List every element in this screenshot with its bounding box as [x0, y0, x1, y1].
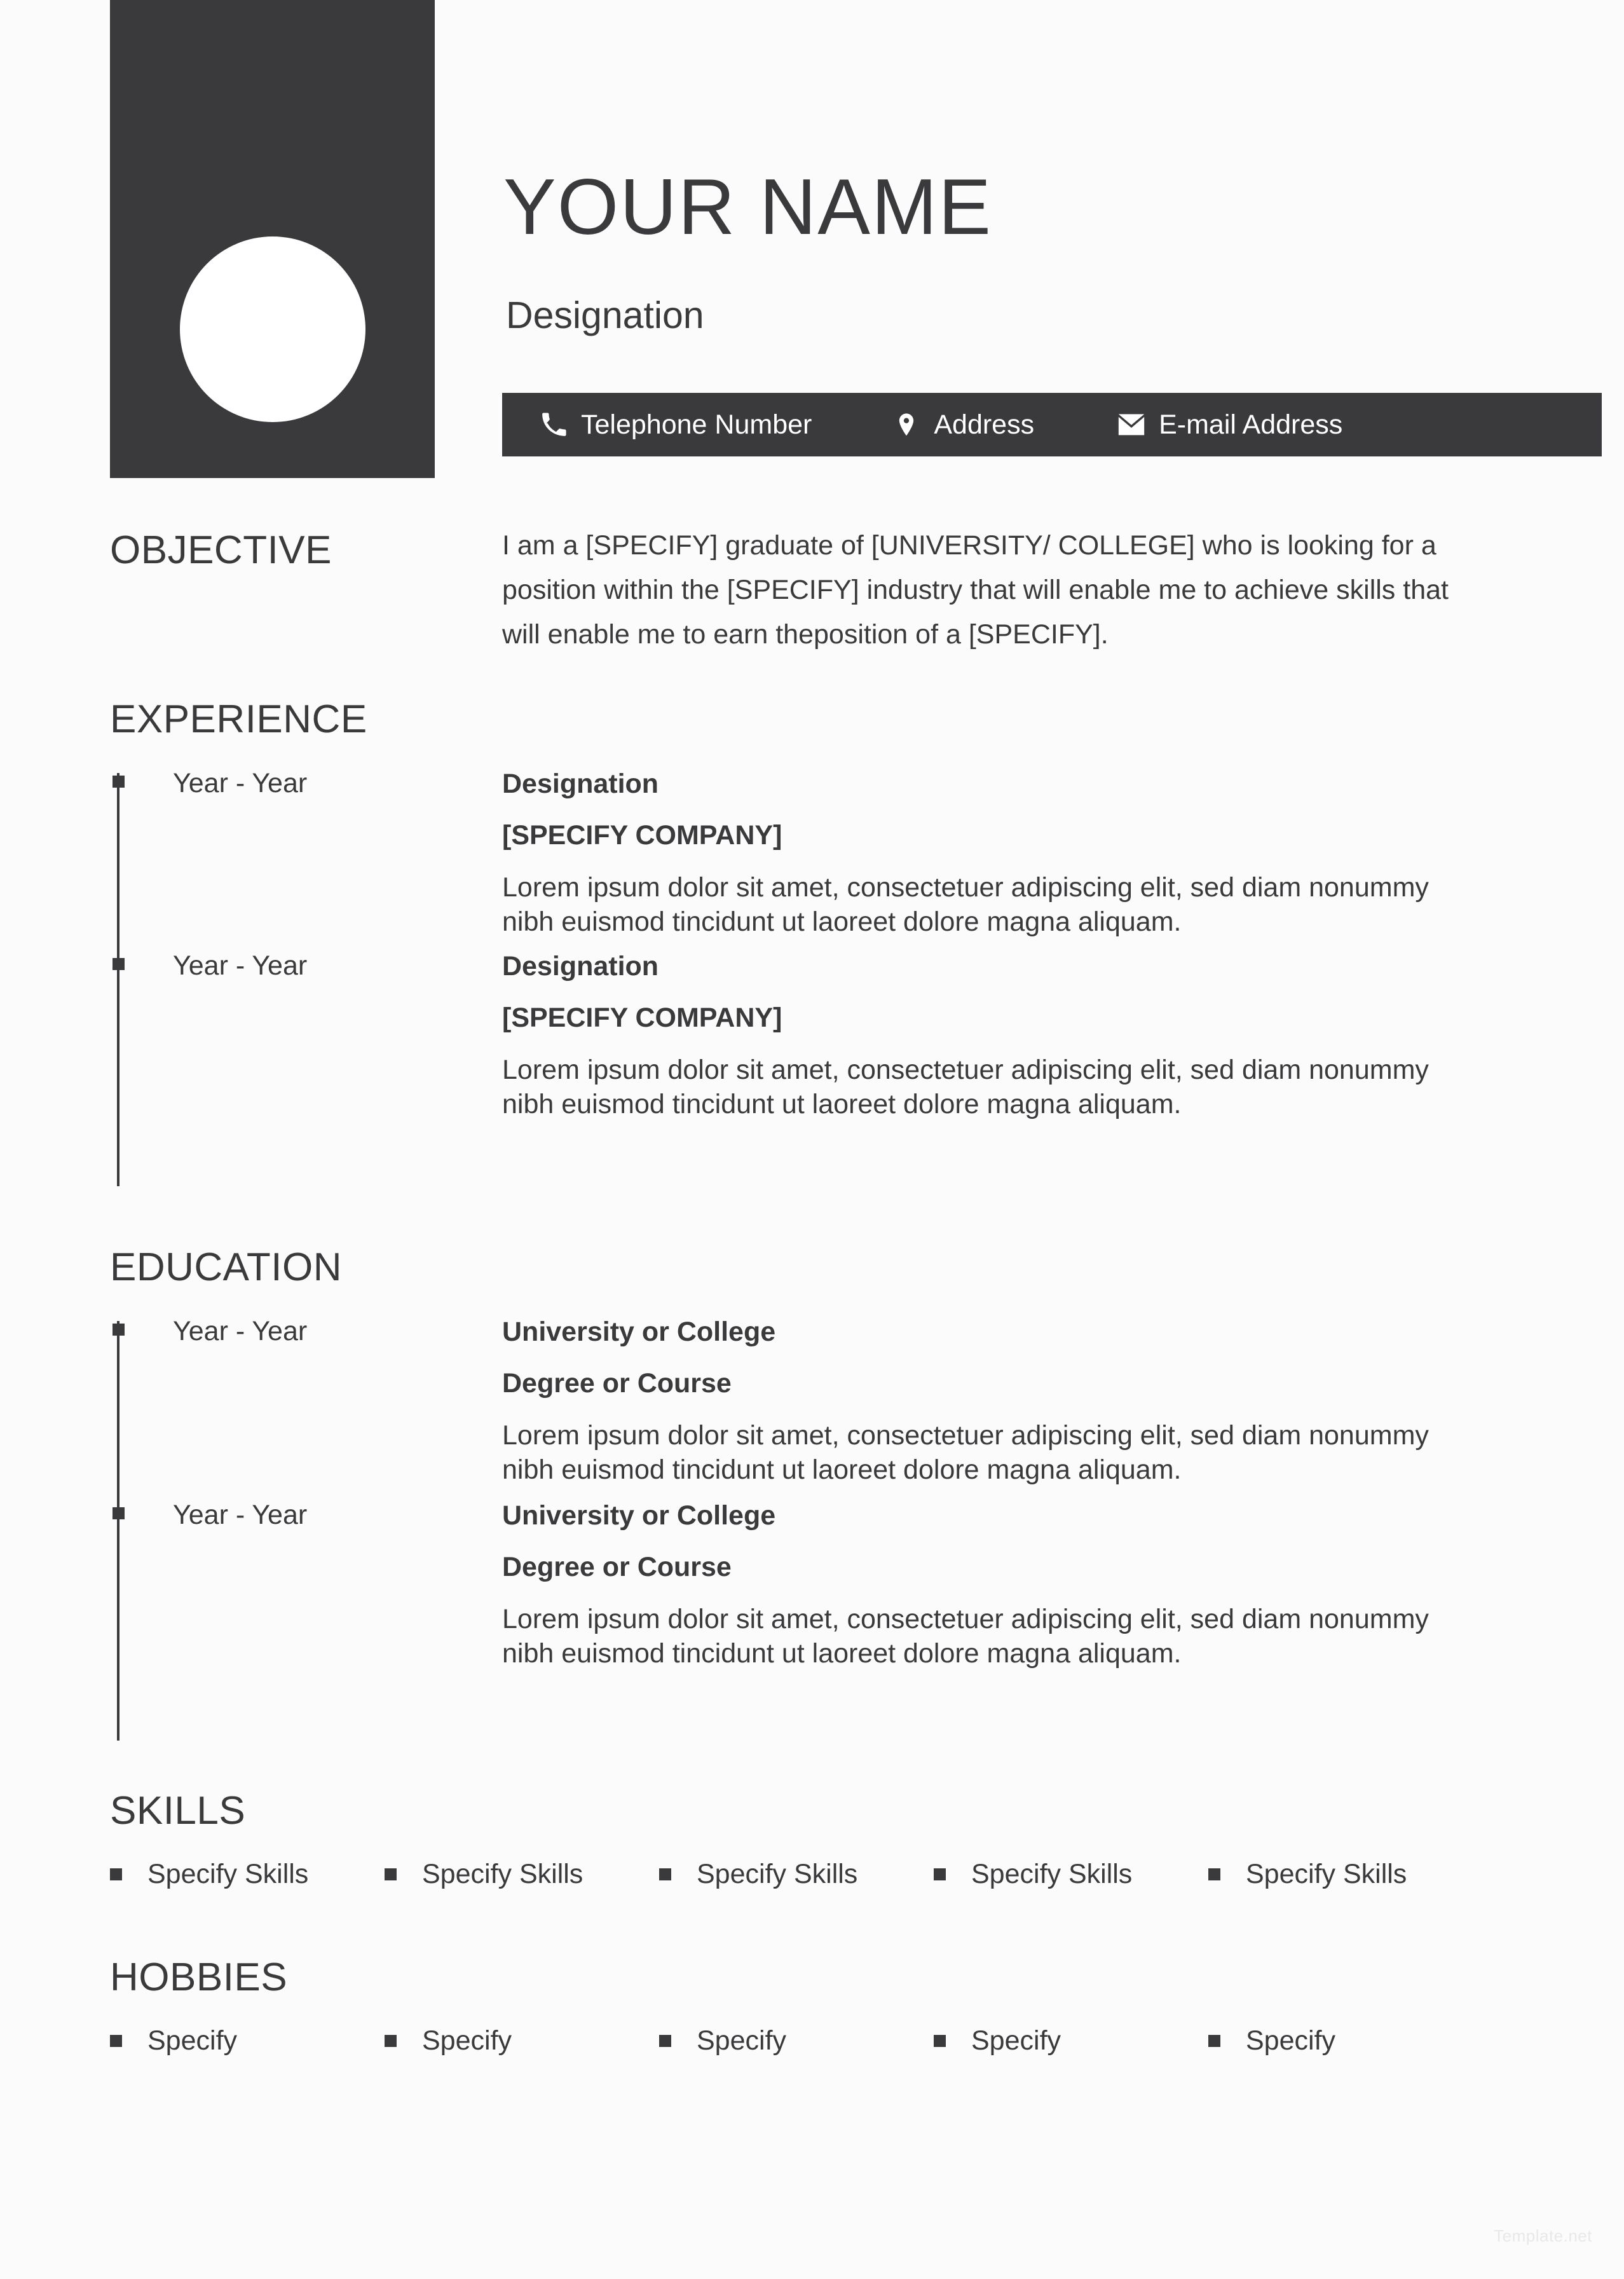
experience-description: Lorem ipsum dolor sit amet, consectetuer… [502, 872, 1429, 937]
contact-item-email[interactable]: E-mail Address [1117, 410, 1342, 439]
objective-text: I am a [SPECIFY] graduate of [UNIVERSITY… [502, 530, 1449, 650]
photo-block [110, 0, 435, 478]
education-entry-body: University or College Degree or Course L… [502, 1315, 1572, 1487]
timeline-marker-icon [113, 1324, 125, 1336]
education-year: Year - Year [173, 1316, 308, 1346]
experience-company: [SPECIFY COMPANY] [502, 1003, 782, 1033]
photo-placeholder-circle[interactable] [180, 236, 365, 422]
hobby-item: Specify [385, 2027, 659, 2055]
experience-year: Year - Year [173, 768, 308, 798]
education-title: EDUCATION [110, 1245, 343, 1289]
square-bullet-icon [385, 2035, 397, 2047]
education-timeline: Year - Year University or College Degree… [110, 1315, 1572, 1741]
experience-company: [SPECIFY COMPANY] [502, 820, 782, 851]
square-bullet-icon [934, 1868, 946, 1880]
experience-entry-body: Designation [SPECIFY COMPANY] Lorem ipsu… [502, 767, 1572, 939]
contact-bar: Telephone Number Address E-mail Address [502, 393, 1602, 456]
education-description: Lorem ipsum dolor sit amet, consectetuer… [502, 1420, 1429, 1485]
square-bullet-icon [110, 1868, 122, 1880]
experience-section: EXPERIENCE Year - Year Designation [SPEC… [110, 697, 1572, 1186]
hobbies-list: Specify Specify Specify Specify Specify [110, 2027, 1572, 2055]
skill-label: Specify Skills [147, 1859, 309, 1889]
square-bullet-icon [1208, 2035, 1220, 2047]
experience-entry: Year - Year Designation [SPECIFY COMPANY… [110, 767, 1572, 939]
header-identity: YOUR NAME Designation Telephone Number A… [502, 0, 1602, 478]
contact-item-address[interactable]: Address [892, 410, 1034, 439]
timeline-marker-icon [113, 1507, 125, 1519]
education-section: EDUCATION Year - Year University or Coll… [110, 1245, 1572, 1741]
hobbies-title: HOBBIES [110, 1955, 288, 1999]
education-entry-body: University or College Degree or Course L… [502, 1498, 1572, 1671]
education-degree: Degree or Course [502, 1368, 732, 1399]
experience-designation: Designation [502, 769, 659, 799]
contact-label-email: E-mail Address [1159, 409, 1343, 440]
education-degree: Degree or Course [502, 1552, 732, 1582]
objective-title: OBJECTIVE [110, 528, 332, 572]
hobby-item: Specify [659, 2027, 934, 2055]
skills-title: SKILLS [110, 1789, 246, 1833]
skill-item: Specify Skills [934, 1861, 1208, 1888]
skill-label: Specify Skills [1246, 1859, 1407, 1889]
contact-item-telephone[interactable]: Telephone Number [539, 410, 812, 439]
square-bullet-icon [1208, 1868, 1220, 1880]
skill-item: Specify Skills [1208, 1861, 1483, 1888]
education-institution: University or College [502, 1500, 776, 1531]
skills-section: SKILLS Specify Skills Specify Skills Spe… [110, 1791, 1572, 1888]
hobby-label: Specify [422, 2025, 512, 2056]
square-bullet-icon [110, 2035, 122, 2047]
education-entry: Year - Year University or College Degree… [110, 1498, 1572, 1671]
experience-entry: Year - Year Designation [SPECIFY COMPANY… [110, 949, 1572, 1121]
skill-label: Specify Skills [971, 1859, 1133, 1889]
hobby-item: Specify [934, 2027, 1208, 2055]
square-bullet-icon [659, 1868, 671, 1880]
experience-entry-body: Designation [SPECIFY COMPANY] Lorem ipsu… [502, 949, 1572, 1121]
education-year: Year - Year [173, 1500, 308, 1530]
hobby-label: Specify [697, 2025, 787, 2056]
experience-timeline: Year - Year Designation [SPECIFY COMPANY… [110, 767, 1572, 1186]
resume-header: YOUR NAME Designation Telephone Number A… [0, 0, 1624, 478]
header-designation: Designation [506, 294, 704, 336]
skill-label: Specify Skills [422, 1859, 583, 1889]
timeline-marker-icon [113, 958, 125, 970]
hobby-label: Specify [971, 2025, 1061, 2056]
square-bullet-icon [659, 2035, 671, 2047]
experience-description: Lorem ipsum dolor sit amet, consectetuer… [502, 1055, 1429, 1119]
contact-label-telephone: Telephone Number [581, 409, 812, 440]
skill-item: Specify Skills [110, 1861, 385, 1888]
education-institution: University or College [502, 1317, 776, 1347]
hobby-label: Specify [1246, 2025, 1336, 2056]
skills-list: Specify Skills Specify Skills Specify Sk… [110, 1861, 1572, 1888]
location-pin-icon [892, 410, 921, 439]
skill-label: Specify Skills [697, 1859, 858, 1889]
education-entry: Year - Year University or College Degree… [110, 1315, 1572, 1487]
skill-item: Specify Skills [659, 1861, 934, 1888]
experience-title: EXPERIENCE [110, 697, 367, 741]
hobby-label: Specify [147, 2025, 238, 2056]
watermark: Template.net [1494, 2226, 1592, 2245]
hobby-item: Specify [1208, 2027, 1483, 2055]
experience-designation: Designation [502, 951, 659, 982]
square-bullet-icon [934, 2035, 946, 2047]
envelope-icon [1117, 410, 1146, 439]
hobby-item: Specify [110, 2027, 385, 2055]
hobbies-section: HOBBIES Specify Specify Specify Specify … [110, 1958, 1572, 2055]
page-title: YOUR NAME [503, 163, 992, 251]
experience-year: Year - Year [173, 950, 308, 981]
contact-label-address: Address [934, 409, 1035, 440]
timeline-marker-icon [113, 776, 125, 788]
square-bullet-icon [385, 1868, 397, 1880]
phone-icon [539, 410, 568, 439]
skill-item: Specify Skills [385, 1861, 659, 1888]
education-description: Lorem ipsum dolor sit amet, consectetuer… [502, 1604, 1429, 1669]
